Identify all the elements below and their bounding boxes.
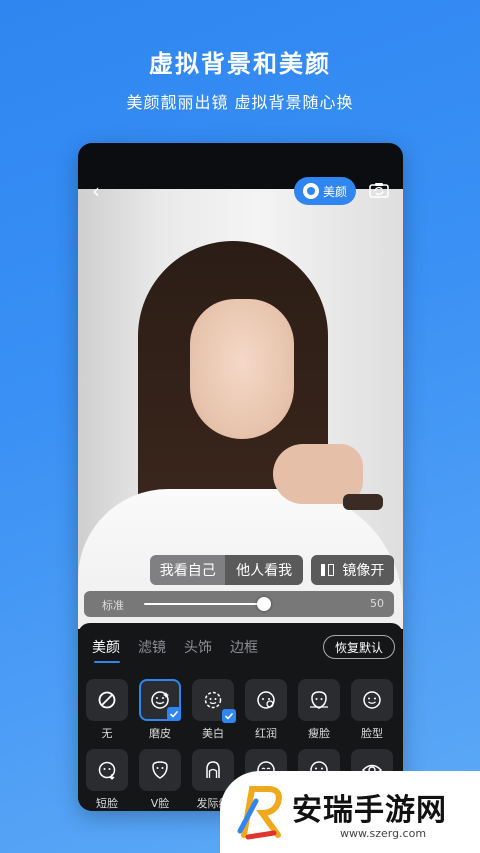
switch-camera-button[interactable] — [368, 179, 390, 201]
v-face-icon — [152, 761, 168, 779]
option-label: 磨皮 — [149, 727, 171, 740]
others-view-button[interactable]: 他人看我 — [225, 555, 303, 585]
slim-face-icon — [310, 691, 328, 709]
option-tile — [245, 679, 287, 721]
option-tile — [86, 679, 128, 721]
slider-thumb[interactable] — [257, 597, 272, 611]
promo-subtitle: 美颜靓丽出镜 虚拟背景随心换 — [126, 93, 354, 112]
beauty-toggle-label: 美颜 — [322, 184, 347, 199]
slider-value: 50 — [370, 597, 384, 610]
person-face — [190, 299, 294, 439]
self-view-button[interactable]: 我看自己 — [150, 555, 226, 585]
option-tile — [139, 749, 181, 791]
option-label: 瘦脸 — [308, 727, 330, 740]
option-short-face[interactable]: 短脸 — [86, 749, 128, 811]
effect-tabs: 美颜 滤镜 头饰 边框 — [92, 637, 258, 663]
option-label: 美白 — [202, 727, 224, 740]
phone-screen: ‹ 美颜 我看自己 他人看我 镜像开 标准 50 美颜 滤镜 头饰 边框 恢复默… — [78, 143, 403, 811]
site-watermark: 安瑞手游网 www.szerg.com — [220, 771, 480, 853]
watermark-brand: 安瑞手游网 — [292, 793, 447, 828]
option-label: 短脸 — [96, 797, 118, 810]
tab-beauty[interactable]: 美颜 — [92, 637, 120, 663]
check-icon — [222, 709, 236, 723]
option-tile — [192, 749, 234, 791]
option-face-shape[interactable]: 脸型 — [351, 679, 393, 741]
rosy-icon — [257, 691, 275, 709]
person-watch — [343, 494, 383, 510]
mirror-toggle-button[interactable]: 镜像开 — [310, 555, 394, 585]
option-slim-face[interactable]: 瘦脸 — [298, 679, 340, 741]
promo-title: 虚拟背景和美颜 — [149, 50, 331, 78]
hairline-icon — [206, 761, 220, 778]
tab-headwear[interactable]: 头饰 — [184, 637, 212, 663]
option-label: 脸型 — [361, 727, 383, 740]
short-face-icon — [98, 761, 116, 780]
none-icon — [98, 691, 116, 709]
slider-label: 标准 — [102, 599, 124, 612]
intensity-slider-bar: 标准 50 — [84, 591, 394, 617]
beauty-face-icon — [302, 183, 319, 199]
intensity-slider[interactable] — [144, 597, 359, 611]
mirror-label: 镜像开 — [342, 563, 385, 579]
option-label: 红润 — [255, 727, 277, 740]
camera-switch-icon — [369, 183, 389, 198]
option-whitening[interactable]: 美白 — [192, 679, 236, 741]
tab-filters[interactable]: 滤镜 — [138, 637, 166, 663]
slider-fill — [144, 603, 265, 605]
option-none[interactable]: 无 — [86, 679, 128, 741]
watermark-url: www.szerg.com — [340, 827, 427, 840]
brand-logo-icon — [237, 786, 282, 840]
option-label: V脸 — [150, 797, 170, 810]
mirror-icon — [320, 563, 336, 577]
option-tile — [192, 679, 236, 723]
back-button[interactable]: ‹ — [92, 181, 112, 201]
option-rosy[interactable]: 红润 — [245, 679, 287, 741]
option-tile — [86, 749, 128, 791]
option-tile — [351, 679, 393, 721]
reset-default-button[interactable]: 恢复默认 — [323, 635, 395, 659]
whitening-icon — [204, 691, 222, 709]
face-shape-icon — [363, 691, 381, 709]
option-v-face[interactable]: V脸 — [139, 749, 181, 811]
options-row: 无 磨皮 美白 红润 瘦脸 脸型 — [86, 679, 402, 741]
check-icon — [167, 707, 181, 721]
chevron-left-icon: ‹ — [92, 179, 100, 203]
tab-frames[interactable]: 边框 — [230, 637, 258, 663]
beauty-toggle-button[interactable]: 美颜 — [294, 177, 356, 205]
option-label: 无 — [101, 727, 113, 740]
view-mode-toggle: 我看自己 他人看我 镜像开 — [150, 555, 394, 585]
option-tile — [298, 679, 340, 721]
option-smooth-skin[interactable]: 磨皮 — [139, 679, 181, 741]
option-tile — [139, 679, 181, 721]
